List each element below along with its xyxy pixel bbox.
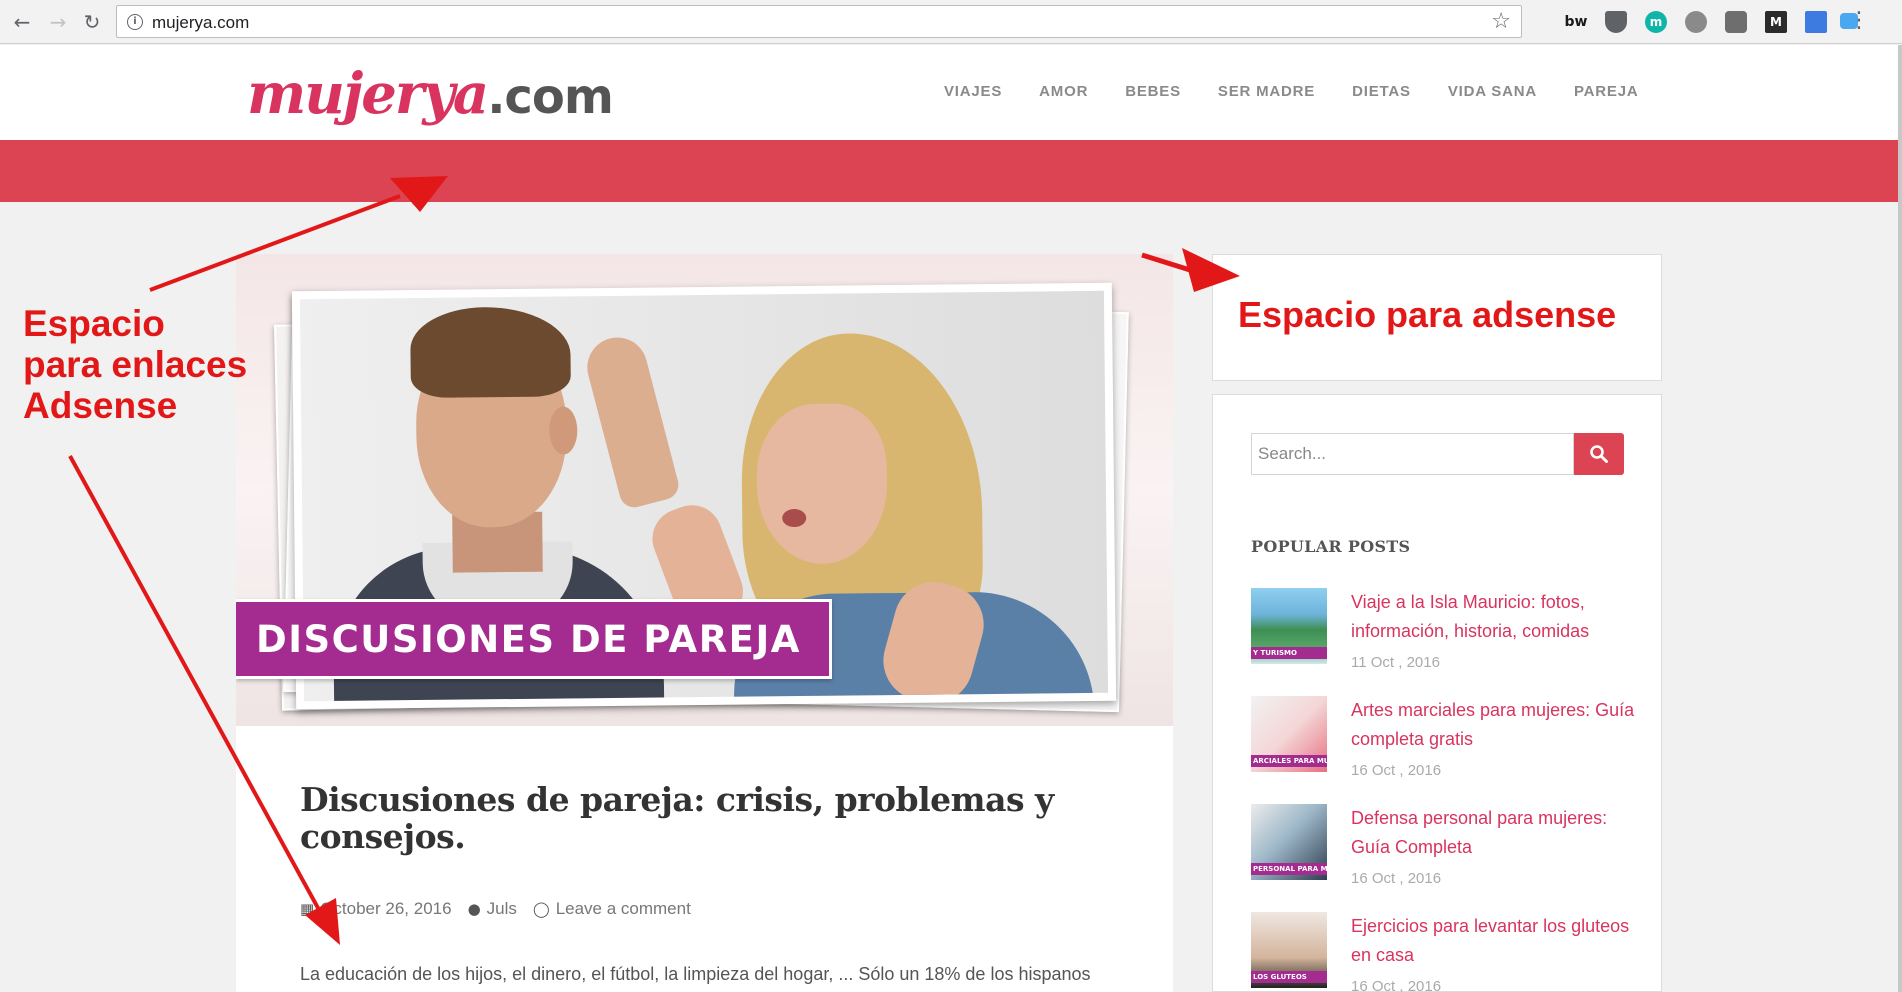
back-icon[interactable]: ← <box>8 8 36 36</box>
post-thumbnail[interactable]: ARCIALES PARA MUJ <box>1251 696 1327 772</box>
search-button[interactable] <box>1574 433 1624 475</box>
m-square-extension-icon[interactable]: M <box>1765 11 1787 33</box>
popular-post-date: 16 Oct , 2016 <box>1351 978 1442 992</box>
nav-item-viajes[interactable]: VIAJES <box>944 83 1002 100</box>
thumbnail-label: Y TURISMO <box>1251 647 1327 659</box>
forward-icon[interactable]: → <box>44 8 72 36</box>
popular-post-date: 11 Oct , 2016 <box>1351 654 1440 671</box>
popular-post-item[interactable]: Y TURISMO Viaje a la Isla Mauricio: foto… <box>1251 588 1641 678</box>
site-logo[interactable]: mujerya.com <box>247 59 614 132</box>
address-bar[interactable]: i mujerya.com ☆ <box>116 5 1522 38</box>
user-icon: ● <box>467 900 481 918</box>
annotation-left-line2: para enlaces <box>23 344 248 385</box>
nav-item-vida-sana[interactable]: VIDA SANA <box>1448 83 1537 100</box>
annotation-left: Espacio para enlaces Adsense <box>23 303 247 426</box>
popular-post-item[interactable]: PERSONAL PARA MU Defensa personal para m… <box>1251 804 1641 894</box>
info-icon[interactable]: i <box>127 14 143 30</box>
hero-title-banner: DISCUSIONES DE PAREJA <box>236 599 832 679</box>
man-hand-shape <box>580 330 682 511</box>
logo-dot-text: .com <box>487 69 614 125</box>
search-icon <box>1590 445 1608 463</box>
calendar-icon: ▦ <box>300 900 315 918</box>
ublock-extension-icon[interactable] <box>1605 11 1627 33</box>
post-date[interactable]: October 26, 2016 <box>320 899 451 919</box>
bw-extension-icon[interactable]: bw <box>1565 11 1588 33</box>
popular-post-title[interactable]: Ejercicios para levantar los gluteos en … <box>1351 912 1641 970</box>
bookmark-star-icon[interactable]: ☆ <box>1491 9 1511 34</box>
thumbnail-label: PERSONAL PARA MU <box>1251 863 1327 875</box>
leave-comment-link[interactable]: Leave a comment <box>556 899 691 919</box>
page-scrollbar[interactable] <box>1898 45 1902 992</box>
m-extension-icon[interactable]: m <box>1645 11 1667 33</box>
post-title[interactable]: Discusiones de pareja: crisis, problemas… <box>300 781 1080 855</box>
browser-toolbar: ← → ↻ i mujerya.com ☆ bw m M ⋮ <box>0 0 1902 44</box>
nav-item-ser-madre[interactable]: SER MADRE <box>1218 83 1315 100</box>
popular-posts-heading: POPULAR POSTS <box>1251 537 1411 556</box>
popular-post-title[interactable]: Defensa personal para mujeres: Guía Comp… <box>1351 804 1641 862</box>
nav-item-amor[interactable]: AMOR <box>1039 83 1088 100</box>
logo-main-text: mujerya <box>247 61 489 127</box>
post-excerpt: La educación de los hijos, el dinero, el… <box>300 964 1091 984</box>
post-hero-image[interactable]: DISCUSIONES DE PAREJA <box>236 254 1173 726</box>
popular-post-item[interactable]: ARCIALES PARA MUJ Artes marciales para m… <box>1251 696 1641 786</box>
hero-banner-text: DISCUSIONES DE PAREJA <box>256 617 801 661</box>
popular-post-title[interactable]: Artes marciales para mujeres: Guía compl… <box>1351 696 1641 754</box>
popular-post-date: 16 Oct , 2016 <box>1351 870 1442 887</box>
popular-post-item[interactable]: LOS GLUTEOS Ejercicios para levantar los… <box>1251 912 1641 992</box>
post-thumbnail[interactable]: Y TURISMO <box>1251 588 1327 664</box>
ad-link-band <box>0 140 1898 202</box>
x-extension-icon[interactable] <box>1685 11 1707 33</box>
post-thumbnail[interactable]: PERSONAL PARA MU <box>1251 804 1327 880</box>
post-author[interactable]: Juls <box>487 899 517 919</box>
url-text[interactable]: mujerya.com <box>152 13 249 33</box>
nav-item-pareja[interactable]: PAREJA <box>1574 83 1639 100</box>
annotation-left-line3: Adsense <box>23 385 178 426</box>
nav-item-dietas[interactable]: DIETAS <box>1352 83 1411 100</box>
man-ear-shape <box>549 406 578 455</box>
sidebar-widget: Search... POPULAR POSTS Y TURISMO Viaje … <box>1212 394 1662 992</box>
annotation-right: Espacio para adsense <box>1238 294 1617 335</box>
woman-face-shape <box>756 403 888 565</box>
camera-extension-icon[interactable] <box>1725 11 1747 33</box>
post-meta: ▦ October 26, 2016 ● Juls ◯ Leave a comm… <box>300 899 691 919</box>
thumbnail-label: ARCIALES PARA MUJ <box>1251 755 1327 767</box>
man-hair-shape <box>410 306 571 399</box>
reload-icon[interactable]: ↻ <box>78 8 106 36</box>
site-header: mujerya.com VIAJES AMOR BEBES SER MADRE … <box>0 45 1898 140</box>
post-thumbnail[interactable]: LOS GLUTEOS <box>1251 912 1327 988</box>
nav-item-bebes[interactable]: BEBES <box>1125 83 1181 100</box>
popular-post-date: 16 Oct , 2016 <box>1351 762 1442 779</box>
annotation-left-line1: Espacio <box>23 303 165 344</box>
calendar-extension-icon[interactable] <box>1805 11 1827 33</box>
popular-post-title[interactable]: Viaje a la Isla Mauricio: fotos, informa… <box>1351 588 1641 646</box>
screen: ← → ↻ i mujerya.com ☆ bw m M ⋮ mujerya.c… <box>0 0 1902 992</box>
main-nav: VIAJES AMOR BEBES SER MADRE DIETAS VIDA … <box>944 83 1639 100</box>
post-card: DISCUSIONES DE PAREJA Discusiones de par… <box>236 254 1173 992</box>
comment-icon: ◯ <box>532 900 550 918</box>
menu-icon[interactable]: ⋮ <box>1848 8 1870 33</box>
thumbnail-label: LOS GLUTEOS <box>1251 971 1327 983</box>
search-input[interactable]: Search... <box>1251 433 1574 475</box>
